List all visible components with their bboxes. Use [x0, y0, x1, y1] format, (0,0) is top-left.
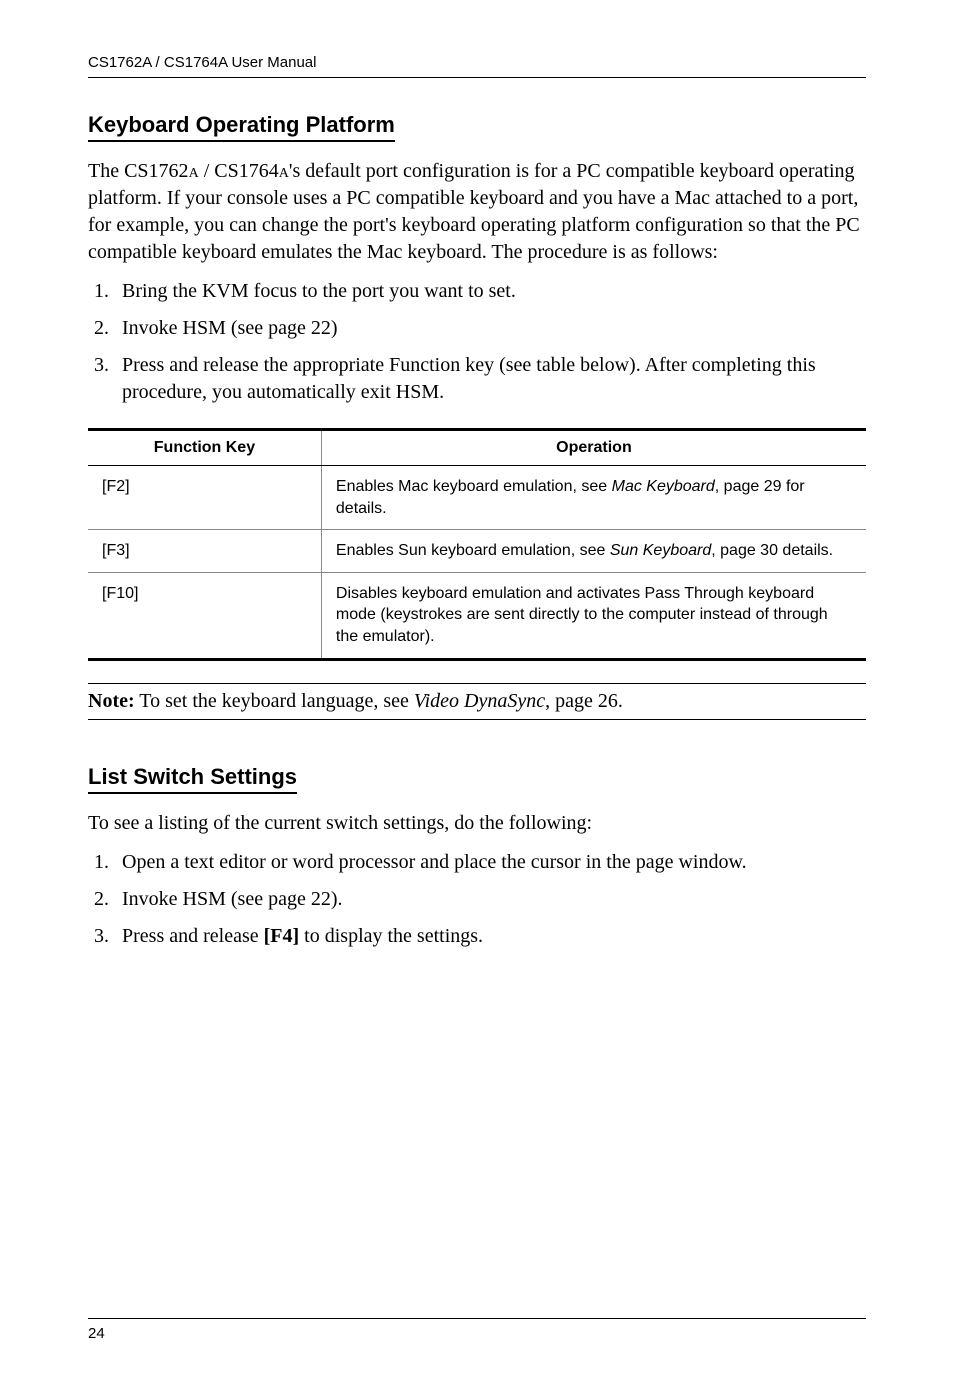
- table-row: [F2] Enables Mac keyboard emulation, see…: [88, 466, 866, 530]
- note-cross-reference: Video DynaSync: [414, 690, 545, 712]
- cell-operation: Disables keyboard emulation and activate…: [321, 572, 866, 659]
- cell-function-key: [F3]: [88, 530, 321, 573]
- note-block: Note: To set the keyboard language, see …: [88, 683, 866, 720]
- note-label: Note:: [88, 690, 135, 712]
- page: CS1762A / CS1764A User Manual Keyboard O…: [0, 0, 954, 1382]
- intro-paragraph: The CS1762a / CS1764a's default port con…: [88, 158, 866, 266]
- page-footer: 24: [88, 1318, 866, 1342]
- table-header-operation: Operation: [321, 430, 866, 466]
- step-item: Bring the KVM focus to the port you want…: [114, 278, 866, 305]
- intro-paragraph: To see a listing of the current switch s…: [88, 810, 866, 837]
- cell-function-key: [F10]: [88, 572, 321, 659]
- step-item: Invoke HSM (see page 22).: [114, 886, 866, 913]
- cell-operation: Enables Mac keyboard emulation, see Mac …: [321, 466, 866, 530]
- table-row: [F3] Enables Sun keyboard emulation, see…: [88, 530, 866, 573]
- table-row: [F10] Disables keyboard emulation and ac…: [88, 572, 866, 659]
- table-header-function-key: Function Key: [88, 430, 321, 466]
- step-item: Open a text editor or word processor and…: [114, 849, 866, 876]
- section-keyboard-operating-platform: Keyboard Operating Platform The CS1762a …: [88, 108, 866, 720]
- section-title: List Switch Settings: [88, 764, 297, 794]
- step-item: Invoke HSM (see page 22): [114, 315, 866, 342]
- step-item: Press and release [F4] to display the se…: [114, 923, 866, 950]
- step-item: Press and release the appropriate Functi…: [114, 352, 866, 406]
- note-text: To set the keyboard language, see: [135, 690, 414, 712]
- procedure-steps: Bring the KVM focus to the port you want…: [88, 278, 866, 406]
- note-text-tail: , page 26.: [545, 690, 623, 712]
- section-title: Keyboard Operating Platform: [88, 112, 395, 142]
- cell-function-key: [F2]: [88, 466, 321, 530]
- section-list-switch-settings: List Switch Settings To see a listing of…: [88, 760, 866, 950]
- running-head: CS1762A / CS1764A User Manual: [88, 54, 866, 78]
- page-number: 24: [88, 1325, 105, 1342]
- cell-operation: Enables Sun keyboard emulation, see Sun …: [321, 530, 866, 573]
- function-key-table: Function Key Operation [F2] Enables Mac …: [88, 428, 866, 661]
- procedure-steps: Open a text editor or word processor and…: [88, 849, 866, 950]
